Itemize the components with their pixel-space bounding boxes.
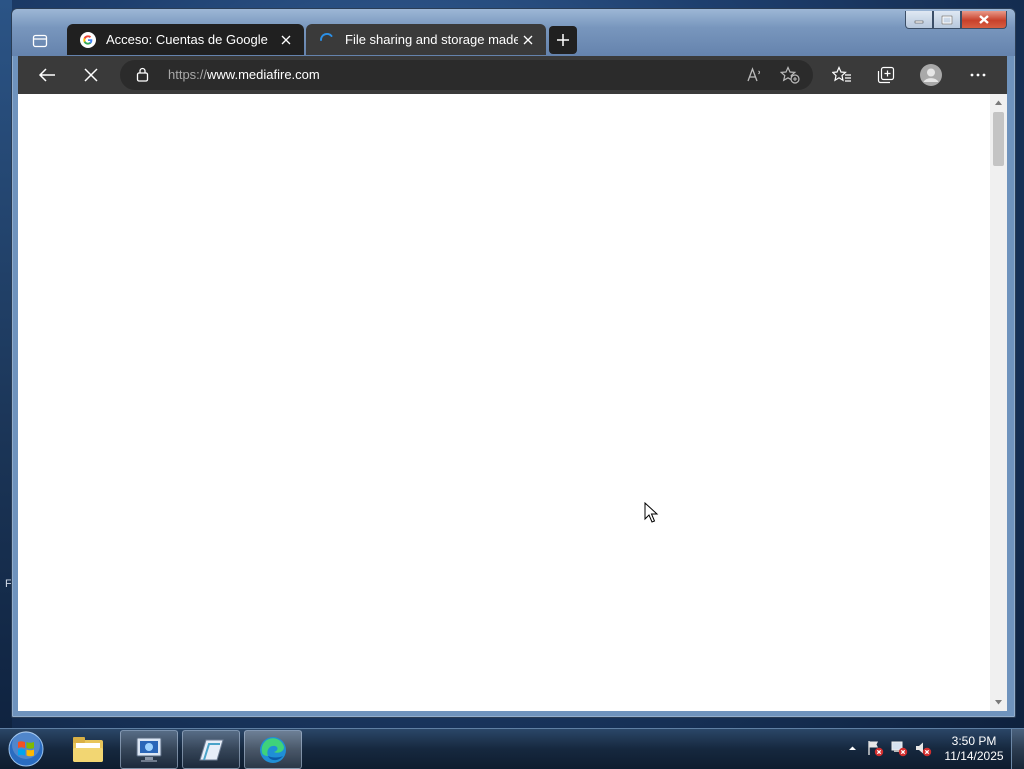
- profile-avatar-icon: [920, 64, 942, 86]
- navigation-toolbar: https://www.mediafire.com: [18, 56, 1007, 94]
- back-arrow-icon: [38, 68, 55, 82]
- scroll-down-arrow-icon[interactable]: [994, 698, 1003, 707]
- collections-icon: [877, 66, 895, 84]
- url-protocol: https://: [168, 67, 208, 82]
- taskbar-file-explorer[interactable]: [60, 730, 116, 767]
- taskbar-notepad[interactable]: [182, 730, 240, 769]
- tab-actions-icon: [32, 34, 48, 48]
- scroll-up-arrow-icon[interactable]: [994, 98, 1003, 107]
- scrollbar-thumb[interactable]: [993, 112, 1004, 166]
- taskbar-remote-desktop[interactable]: [120, 730, 178, 769]
- vertical-scrollbar[interactable]: [990, 94, 1007, 711]
- add-favorite-icon: [780, 66, 800, 84]
- google-g-icon: [80, 31, 96, 48]
- clock-time: 3:50 PM: [951, 734, 997, 748]
- pen-paper-icon: [199, 739, 224, 760]
- tab-close-button[interactable]: [276, 30, 296, 50]
- folder-icon: [73, 736, 103, 762]
- windows-orb-icon: [8, 731, 44, 767]
- tab-title: Acceso: Cuentas de Google: [106, 32, 268, 47]
- taskbar: 3:50 PM 11/14/2025: [0, 728, 1024, 769]
- more-menu-button[interactable]: [963, 61, 993, 89]
- read-aloud-button[interactable]: [742, 64, 768, 86]
- address-bar[interactable]: https://www.mediafire.com: [120, 60, 813, 90]
- url-host: www.mediafire.com: [207, 67, 320, 82]
- profile-button[interactable]: [916, 61, 946, 89]
- taskbar-microsoft-edge[interactable]: [244, 730, 302, 769]
- add-favorite-button[interactable]: [777, 64, 803, 86]
- tab-title: File sharing and storage made simple: [345, 32, 518, 47]
- tab-google-accounts[interactable]: Acceso: Cuentas de Google: [67, 24, 304, 55]
- network-error-icon: [891, 741, 908, 757]
- page-content[interactable]: [18, 94, 1007, 711]
- close-icon: [523, 35, 533, 44]
- volume-muted-icon: [916, 742, 932, 757]
- url-text[interactable]: https://www.mediafire.com: [168, 67, 320, 82]
- show-hidden-icons-button[interactable]: [843, 739, 861, 757]
- start-button[interactable]: [6, 730, 46, 768]
- microsoft-edge-icon: [260, 736, 286, 763]
- collections-button[interactable]: [871, 61, 901, 89]
- new-tab-button[interactable]: [549, 26, 577, 54]
- close-icon: [281, 35, 291, 44]
- tab-mediafire[interactable]: File sharing and storage made simple: [306, 24, 546, 55]
- plus-icon: [557, 34, 569, 46]
- system-clock[interactable]: 3:50 PM 11/14/2025: [938, 734, 1010, 764]
- stop-loading-button[interactable]: [76, 61, 106, 89]
- flag-error-icon: [868, 741, 884, 757]
- loading-spinner-icon: [319, 32, 333, 41]
- tab-close-button[interactable]: [518, 30, 538, 50]
- stop-loading-icon: [84, 68, 98, 82]
- chevron-up-icon: [848, 746, 856, 750]
- read-aloud-icon: [747, 67, 761, 82]
- show-desktop-button[interactable]: [1011, 729, 1024, 769]
- monitor-icon: [136, 737, 162, 762]
- action-center-tray[interactable]: [866, 739, 884, 757]
- network-tray[interactable]: [890, 739, 908, 757]
- browser-window: Acceso: Cuentas de Google File sharing a…: [11, 8, 1016, 718]
- clock-date: 11/14/2025: [944, 749, 1004, 763]
- window-titlebar[interactable]: Acceso: Cuentas de Google File sharing a…: [12, 9, 1015, 56]
- mouse-cursor-icon: [644, 502, 659, 523]
- lock-icon: [136, 67, 149, 82]
- volume-tray[interactable]: [914, 739, 932, 757]
- more-menu-icon: [970, 73, 986, 77]
- tab-actions-button[interactable]: [25, 27, 55, 55]
- back-button[interactable]: [32, 61, 62, 89]
- tab-strip: Acceso: Cuentas de Google File sharing a…: [19, 23, 1005, 56]
- favorites-icon: [832, 66, 851, 82]
- favorites-button[interactable]: [827, 61, 857, 89]
